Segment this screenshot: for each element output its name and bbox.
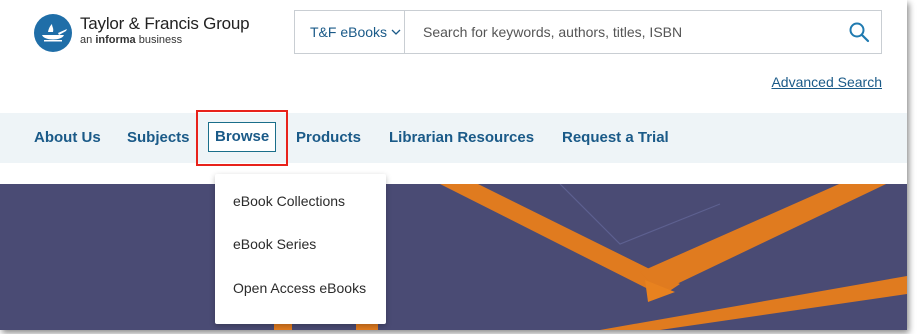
menu-item-ebook-series[interactable]: eBook Series [233, 236, 316, 252]
search-scope-label: T&F eBooks [310, 24, 388, 40]
chevron-down-icon [391, 29, 401, 35]
search-button[interactable] [837, 11, 881, 53]
advanced-search-link[interactable]: Advanced Search [771, 74, 882, 90]
brand-tagline: an informa business [80, 34, 249, 47]
menu-item-ebook-collections[interactable]: eBook Collections [233, 193, 345, 209]
nav-item-products[interactable]: Products [296, 113, 361, 163]
search-icon [849, 22, 870, 43]
brand-logo[interactable]: Taylor & Francis Group an informa busine… [34, 14, 250, 52]
taylor-francis-lamp-icon [34, 14, 72, 52]
nav-item-librarian-resources[interactable]: Librarian Resources [389, 113, 534, 163]
hero-banner [0, 184, 907, 330]
brand-text: Taylor & Francis Group an informa busine… [80, 14, 250, 47]
nav-item-subjects[interactable]: Subjects [127, 113, 190, 163]
page-frame: Taylor & Francis Group an informa busine… [0, 0, 907, 330]
brand-sub-suffix: business [138, 34, 183, 46]
nav-item-about-us[interactable]: About Us [34, 113, 101, 163]
main-nav: About Us Subjects Browse Products Librar… [0, 113, 907, 163]
nav-item-request-a-trial[interactable]: Request a Trial [562, 113, 669, 163]
brand-sub-prefix: an [80, 34, 93, 46]
nav-item-browse[interactable]: Browse [208, 122, 277, 152]
brand-name: Taylor & Francis Group [80, 14, 250, 33]
hero-decoration [274, 184, 907, 330]
menu-item-open-access-ebooks[interactable]: Open Access eBooks [233, 280, 366, 296]
search-scope-dropdown[interactable]: T&F eBooks [295, 11, 405, 53]
search-input[interactable] [405, 10, 837, 54]
brand-sub-bold: informa [95, 34, 136, 46]
search-bar: T&F eBooks [294, 10, 882, 54]
browse-dropdown-menu: eBook Collections eBook Series Open Acce… [215, 174, 386, 324]
